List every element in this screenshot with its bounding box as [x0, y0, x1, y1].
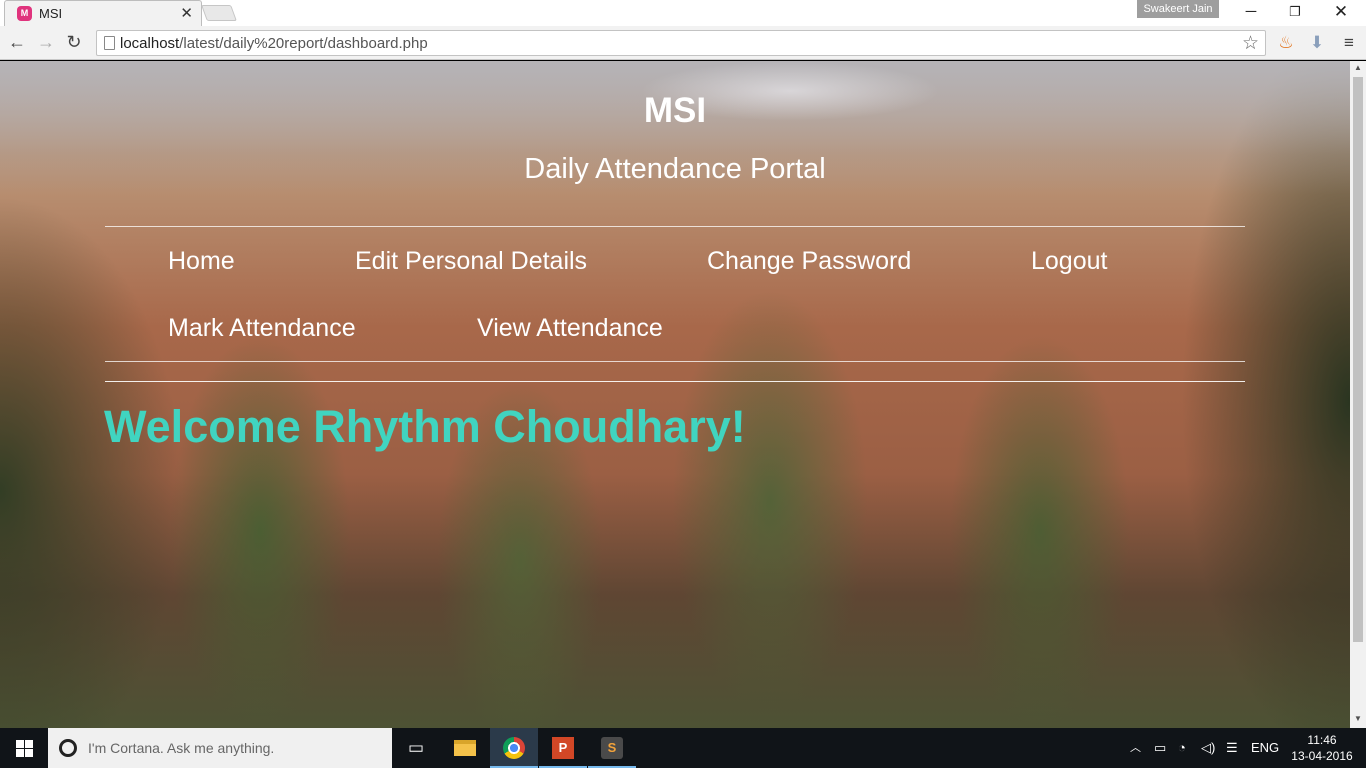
- close-window-button[interactable]: ✕: [1318, 0, 1364, 26]
- site-title: MSI: [643, 91, 707, 130]
- scroll-thumb[interactable]: [1353, 77, 1363, 642]
- windows-start-button[interactable]: [0, 728, 48, 768]
- url-text[interactable]: localhost/latest/daily%20report/dashboar…: [120, 35, 428, 52]
- nav-change-password-link[interactable]: Change Password: [707, 247, 911, 276]
- page-icon: [104, 36, 115, 50]
- nav-view-attendance-link[interactable]: View Attendance: [477, 314, 663, 343]
- reload-icon[interactable]: ↻: [63, 31, 85, 53]
- browser-tab[interactable]: M MSI ✕: [4, 0, 202, 26]
- page-scrollbar[interactable]: ▲ ▼: [1350, 61, 1366, 728]
- taskbar-clock[interactable]: 11:46 13-04-2016: [1290, 732, 1354, 764]
- sublime-text-icon[interactable]: S: [588, 728, 636, 768]
- page-viewport: MSI Daily Attendance Portal Home Edit Pe…: [0, 61, 1350, 728]
- restore-button[interactable]: ❐: [1272, 0, 1318, 26]
- clock-time: 11:46: [1307, 733, 1337, 747]
- welcome-message: Welcome Rhythm Choudhary!: [104, 401, 746, 452]
- extension-flame-icon[interactable]: ♨: [1275, 32, 1297, 54]
- windows-logo-icon: [16, 740, 24, 748]
- windows-taskbar: I'm Cortana. Ask me anything. ▭ P S ︿ ▭ …: [0, 728, 1366, 768]
- msi-favicon-icon: M: [17, 6, 32, 21]
- site-subtitle: Daily Attendance Portal: [524, 153, 826, 185]
- tab-close-icon[interactable]: ✕: [180, 4, 193, 22]
- cortana-icon: [59, 739, 77, 757]
- nav-mark-attendance-link[interactable]: Mark Attendance: [168, 314, 356, 343]
- volume-icon[interactable]: ◁): [1201, 728, 1215, 768]
- address-bar[interactable]: localhost/latest/daily%20report/dashboar…: [96, 30, 1266, 56]
- star-icon[interactable]: ☆: [1242, 32, 1259, 55]
- download-extension-icon[interactable]: ⬇: [1306, 32, 1328, 54]
- nav-bottom-divider: [105, 361, 1245, 362]
- language-indicator[interactable]: ENG: [1251, 728, 1279, 768]
- task-view-icon[interactable]: ▭: [392, 728, 440, 768]
- browser-titlebar: M MSI ✕ Swakeert Jain ─ ❐ ✕: [0, 0, 1366, 26]
- file-explorer-icon[interactable]: [441, 728, 489, 768]
- nav-edit-personal-details-link[interactable]: Edit Personal Details: [355, 247, 587, 276]
- browser-toolbar: ← → ↻ localhost/latest/daily%20report/da…: [0, 26, 1366, 60]
- back-arrow-icon[interactable]: ←: [6, 31, 28, 53]
- hamburger-menu-icon[interactable]: ≡: [1338, 32, 1360, 54]
- powerpoint-icon[interactable]: P: [539, 728, 587, 768]
- new-tab-button[interactable]: [201, 5, 237, 21]
- battery-icon[interactable]: ▭: [1154, 728, 1166, 768]
- minimize-button[interactable]: ─: [1228, 0, 1274, 26]
- clock-date: 13-04-2016: [1291, 749, 1353, 763]
- show-hidden-icons-icon[interactable]: ︿: [1130, 728, 1141, 768]
- wifi-icon[interactable]: ◔: [1178, 728, 1186, 768]
- action-center-icon[interactable]: ☰: [1226, 728, 1238, 768]
- content-divider: [105, 381, 1245, 382]
- chrome-taskbar-icon[interactable]: [490, 728, 538, 768]
- tab-title: MSI: [39, 6, 63, 21]
- nav-home-link[interactable]: Home: [168, 247, 235, 276]
- cortana-search-box[interactable]: I'm Cortana. Ask me anything.: [48, 728, 392, 768]
- cortana-placeholder: I'm Cortana. Ask me anything.: [88, 740, 275, 756]
- profile-badge[interactable]: Swakeert Jain: [1137, 0, 1219, 18]
- forward-arrow-icon[interactable]: →: [35, 31, 57, 53]
- nav-logout-link[interactable]: Logout: [1031, 247, 1107, 276]
- scroll-down-arrow-icon[interactable]: ▼: [1350, 712, 1366, 726]
- nav-top-divider: [105, 226, 1245, 227]
- scroll-up-arrow-icon[interactable]: ▲: [1350, 61, 1366, 75]
